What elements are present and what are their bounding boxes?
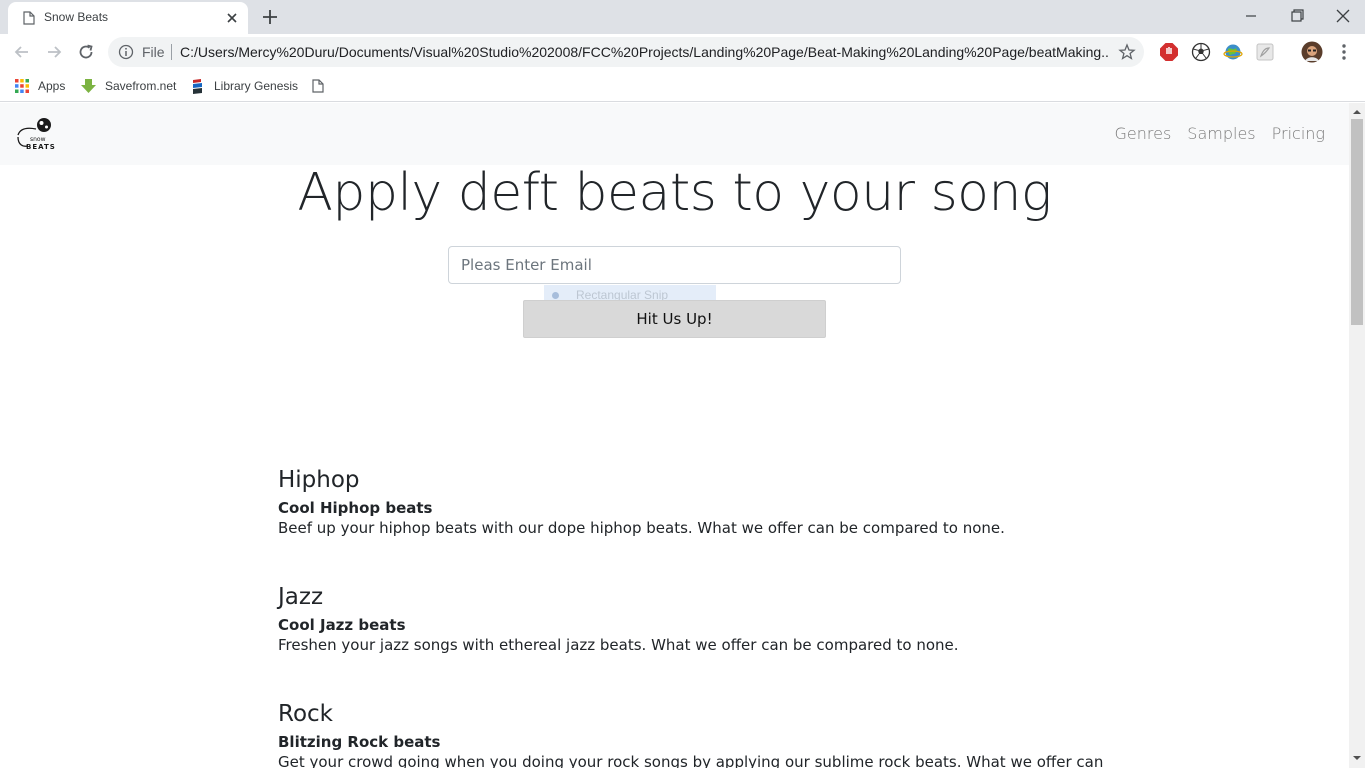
- bookmark-savefrom[interactable]: Savefrom.net: [80, 76, 176, 96]
- scroll-up-arrow-icon[interactable]: [1353, 108, 1361, 116]
- genre-description: Beef up your hiphop beats with our dope …: [278, 519, 1005, 537]
- genre-section-rock: Rock Blitzing Rock beats Get your crowd …: [278, 701, 1104, 768]
- bookmark-apps[interactable]: Apps: [14, 76, 65, 96]
- pdf-extension-icon[interactable]: [1255, 42, 1275, 62]
- page-icon: [23, 11, 35, 25]
- hero-title: Apply deft beats to your song: [297, 163, 1052, 223]
- svg-text:BEATS: BEATS: [26, 143, 56, 151]
- minimize-icon[interactable]: [1240, 6, 1262, 26]
- bookmark-label: Savefrom.net: [105, 79, 177, 93]
- snip-ghost-icon: [552, 292, 559, 299]
- genre-description: Freshen your jazz songs with ethereal ja…: [278, 636, 959, 654]
- nav-link-genres[interactable]: Genres: [1115, 124, 1172, 143]
- library-icon: [193, 78, 202, 94]
- page-viewport: snow BEATS Genres Samples Pricing Apply …: [0, 103, 1349, 768]
- genre-subtitle: Cool Hiphop beats: [278, 499, 433, 517]
- snow-beats-logo[interactable]: snow BEATS: [14, 115, 58, 151]
- email-input[interactable]: [448, 246, 901, 284]
- url-text[interactable]: C:/Users/Mercy%20Duru/Documents/Visual%2…: [180, 44, 1110, 60]
- scroll-down-arrow-icon[interactable]: [1353, 754, 1361, 762]
- file-scheme-label: File: [142, 44, 165, 60]
- browser-tab[interactable]: Snow Beats: [8, 2, 248, 34]
- new-tab-icon[interactable]: [260, 7, 280, 27]
- reload-icon[interactable]: [76, 42, 96, 62]
- page-icon: [312, 79, 324, 93]
- soccer-ball-extension-icon[interactable]: [1191, 42, 1211, 62]
- bookmark-label: Apps: [38, 79, 66, 93]
- adblock-extension-icon[interactable]: [1159, 42, 1179, 62]
- download-arrow-icon: [81, 78, 96, 93]
- restore-icon[interactable]: [1286, 6, 1308, 26]
- apps-grid-icon: [15, 79, 29, 93]
- genre-description: Get your crowd going when you doing your…: [278, 753, 1104, 768]
- more-menu-icon[interactable]: [1334, 42, 1354, 62]
- scrollbar-thumb[interactable]: [1351, 119, 1363, 325]
- site-navbar: snow BEATS Genres Samples Pricing: [0, 103, 1349, 165]
- tab-title: Snow Beats: [44, 10, 109, 24]
- bookmark-page[interactable]: [312, 76, 332, 96]
- genre-subtitle: Cool Jazz beats: [278, 616, 406, 634]
- genre-section-hiphop: Hiphop Cool Hiphop beats Beef up your hi…: [278, 467, 1098, 537]
- profile-avatar[interactable]: [1301, 41, 1323, 63]
- browser-tabstrip: Snow Beats: [0, 0, 1365, 34]
- bookmarks-bar: Apps Savefrom.net Library Genesis: [0, 70, 1365, 102]
- close-window-icon[interactable]: [1332, 6, 1354, 26]
- forward-arrow-icon[interactable]: [44, 42, 64, 62]
- genre-title: Hiphop: [278, 467, 360, 493]
- site-nav-links: Genres Samples Pricing: [1115, 124, 1326, 143]
- page-scrollbar[interactable]: [1349, 103, 1365, 768]
- bookmark-label: Library Genesis: [214, 79, 299, 93]
- nav-link-samples[interactable]: Samples: [1187, 124, 1255, 143]
- svg-text:snow: snow: [30, 136, 46, 143]
- hit-us-up-button[interactable]: Hit Us Up!: [523, 300, 826, 338]
- address-bar[interactable]: File C:/Users/Mercy%20Duru/Documents/Vis…: [108, 37, 1144, 67]
- genre-title: Rock: [278, 701, 333, 727]
- tab-close-icon[interactable]: [224, 10, 240, 26]
- genre-section-jazz: Jazz Cool Jazz beats Freshen your jazz s…: [278, 584, 1098, 654]
- bookmark-library-genesis[interactable]: Library Genesis: [190, 76, 298, 96]
- genre-subtitle: Blitzing Rock beats: [278, 733, 441, 751]
- bookmark-star-icon[interactable]: [1118, 43, 1136, 61]
- info-icon[interactable]: [118, 44, 134, 60]
- nav-link-pricing[interactable]: Pricing: [1272, 124, 1325, 143]
- omnibox-divider: [171, 44, 172, 60]
- genre-title: Jazz: [278, 584, 324, 610]
- globe-extension-icon[interactable]: [1223, 42, 1243, 62]
- back-arrow-icon[interactable]: [12, 42, 32, 62]
- browser-toolbar: File C:/Users/Mercy%20Duru/Documents/Vis…: [0, 34, 1365, 70]
